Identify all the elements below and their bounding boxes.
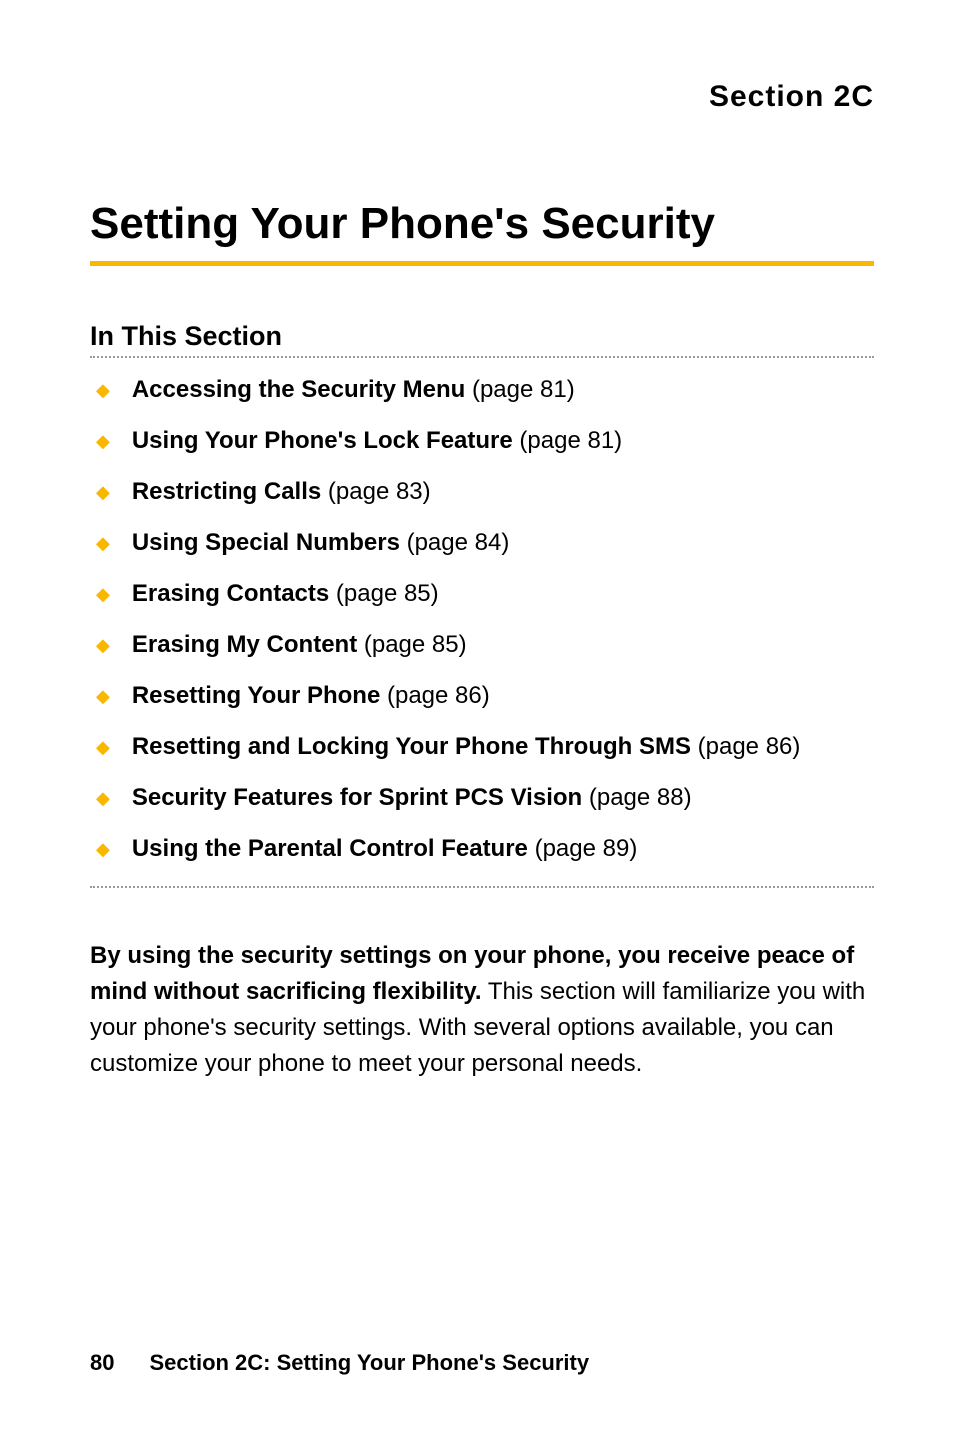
toc-item: ◆ Restricting Calls (page 83) bbox=[90, 478, 874, 506]
toc-item-page: (page 84) bbox=[400, 529, 509, 556]
toc-item: ◆ Erasing Contacts (page 85) bbox=[90, 580, 874, 608]
diamond-bullet-icon: ◆ bbox=[96, 788, 110, 809]
toc-item-title: Using the Parental Control Feature bbox=[132, 835, 528, 862]
toc-item-page: (page 81) bbox=[513, 427, 622, 454]
diamond-bullet-icon: ◆ bbox=[96, 635, 110, 656]
toc-item-page: (page 86) bbox=[691, 733, 800, 760]
diamond-bullet-icon: ◆ bbox=[96, 839, 110, 860]
toc-item-page: (page 83) bbox=[321, 478, 430, 505]
toc-list: ◆ Accessing the Security Menu (page 81) … bbox=[90, 376, 874, 863]
divider-dotted-top bbox=[90, 356, 874, 358]
toc-item-page: (page 85) bbox=[357, 631, 466, 658]
toc-item-title: Resetting Your Phone bbox=[132, 682, 380, 709]
toc-item-page: (page 81) bbox=[465, 376, 574, 403]
toc-item-title: Resetting and Locking Your Phone Through… bbox=[132, 733, 691, 760]
toc-item: ◆ Resetting and Locking Your Phone Throu… bbox=[90, 733, 874, 761]
diamond-bullet-icon: ◆ bbox=[96, 380, 110, 401]
main-title: Setting Your Phone's Security bbox=[90, 199, 874, 266]
body-paragraph: By using the security settings on your p… bbox=[90, 938, 874, 1082]
toc-item: ◆ Resetting Your Phone (page 86) bbox=[90, 682, 874, 710]
diamond-bullet-icon: ◆ bbox=[96, 584, 110, 605]
footer-page-number: 80 bbox=[90, 1350, 114, 1375]
toc-item: ◆ Erasing My Content (page 85) bbox=[90, 631, 874, 659]
toc-item-title: Security Features for Sprint PCS Vision bbox=[132, 784, 582, 811]
toc-item-page: (page 85) bbox=[329, 580, 438, 607]
toc-item-title: Erasing My Content bbox=[132, 631, 357, 658]
toc-item-title: Restricting Calls bbox=[132, 478, 321, 505]
toc-item-page: (page 89) bbox=[528, 835, 637, 862]
toc-item: ◆ Using the Parental Control Feature (pa… bbox=[90, 835, 874, 863]
diamond-bullet-icon: ◆ bbox=[96, 431, 110, 452]
toc-item-page: (page 88) bbox=[582, 784, 691, 811]
toc-item-title: Using Your Phone's Lock Feature bbox=[132, 427, 513, 454]
diamond-bullet-icon: ◆ bbox=[96, 686, 110, 707]
toc-item-title: Using Special Numbers bbox=[132, 529, 400, 556]
toc-item: ◆ Using Special Numbers (page 84) bbox=[90, 529, 874, 557]
diamond-bullet-icon: ◆ bbox=[96, 533, 110, 554]
section-label: Section 2C bbox=[90, 80, 874, 114]
toc-item-page: (page 86) bbox=[380, 682, 489, 709]
divider-dotted-bottom bbox=[90, 886, 874, 888]
toc-item: ◆ Using Your Phone's Lock Feature (page … bbox=[90, 427, 874, 455]
toc-item: ◆ Security Features for Sprint PCS Visio… bbox=[90, 784, 874, 812]
toc-item-title: Accessing the Security Menu bbox=[132, 376, 465, 403]
page-footer: 80 Section 2C: Setting Your Phone's Secur… bbox=[90, 1350, 589, 1376]
toc-item: ◆ Accessing the Security Menu (page 81) bbox=[90, 376, 874, 404]
diamond-bullet-icon: ◆ bbox=[96, 737, 110, 758]
diamond-bullet-icon: ◆ bbox=[96, 482, 110, 503]
footer-text: Section 2C: Setting Your Phone's Securit… bbox=[149, 1350, 589, 1375]
subsection-title: In This Section bbox=[90, 321, 874, 352]
toc-item-title: Erasing Contacts bbox=[132, 580, 329, 607]
